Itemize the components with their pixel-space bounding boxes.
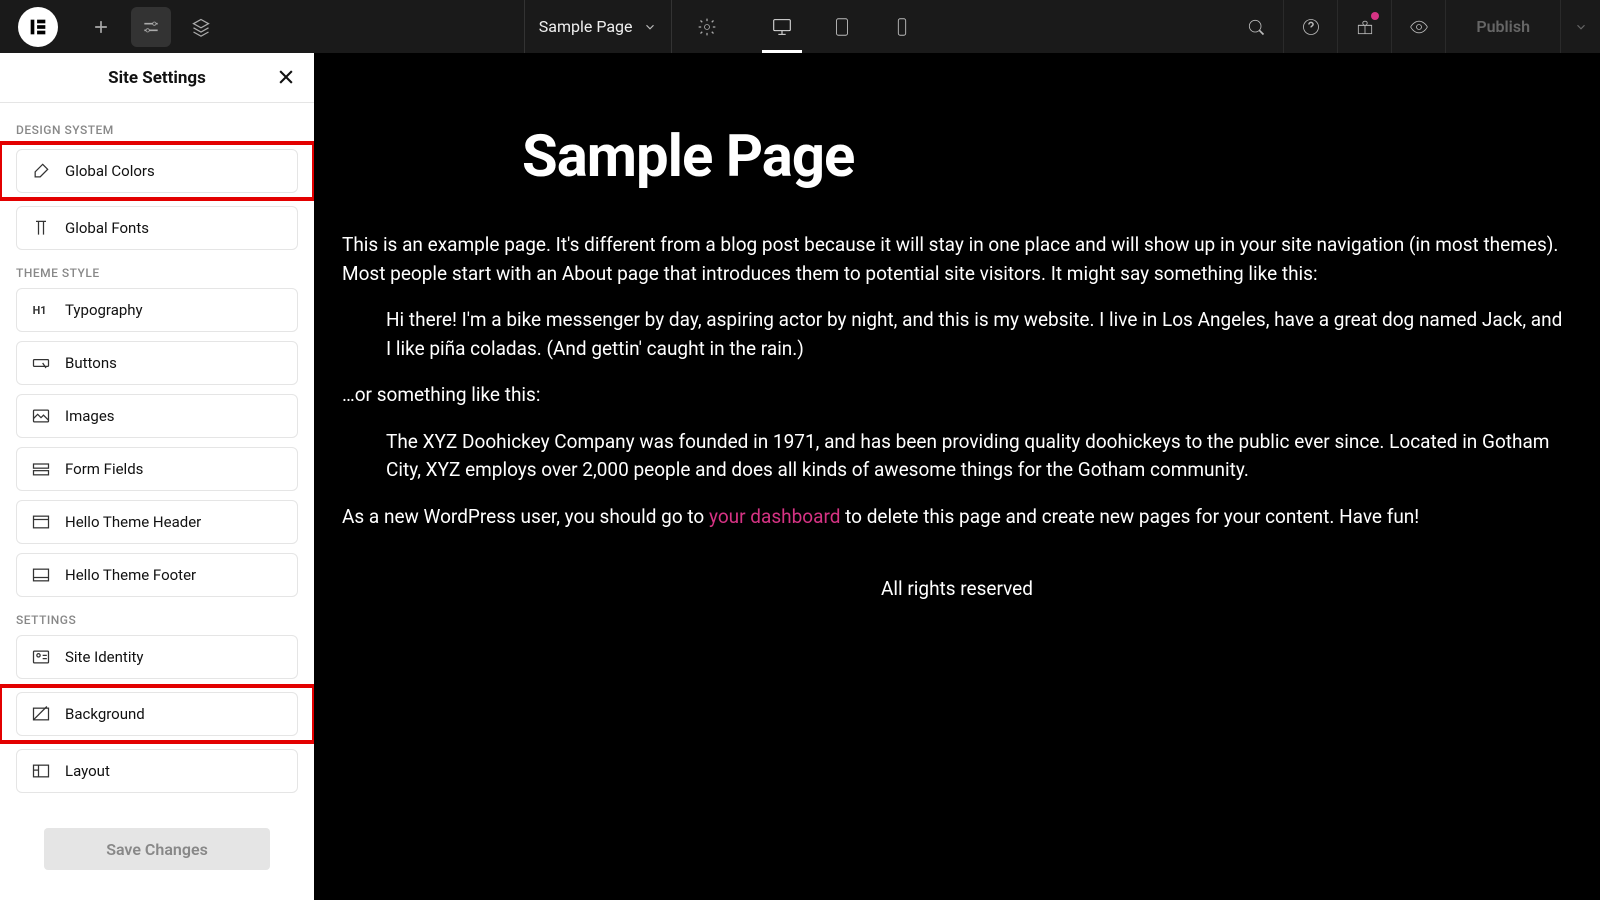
menu-label: Global Colors [65,162,155,180]
structure-button[interactable] [176,0,226,53]
topbar-center: Sample Page [226,0,1229,53]
menu-layout[interactable]: Layout [16,749,298,793]
menu-label: Hello Theme Header [65,513,201,531]
eye-icon [1409,17,1429,37]
layers-icon [191,17,211,37]
panel-footer: Save Changes [0,808,314,900]
svg-text:H1: H1 [33,304,47,317]
site-settings-panel: Site Settings DESIGN SYSTEM Global Color… [0,53,314,900]
menu-label: Site Identity [65,648,143,666]
section-theme-style: THEME STYLE [16,266,298,280]
menu-label: Typography [65,301,143,319]
section-settings: SETTINGS [16,613,298,627]
header-icon [31,512,51,532]
menu-label: Form Fields [65,460,143,478]
menu-hello-header[interactable]: Hello Theme Header [16,500,298,544]
menu-label: Images [65,407,115,425]
search-icon [1246,17,1266,37]
menu-global-fonts[interactable]: Global Fonts [16,206,298,250]
footer-icon [31,565,51,585]
notification-dot [1371,12,1379,20]
save-label: Save Changes [106,840,208,859]
menu-background[interactable]: Background [16,692,298,736]
panel-close-button[interactable] [276,67,296,91]
intro-paragraph: This is an example page. It's different … [342,231,1572,288]
menu-label: Layout [65,762,110,780]
quote-1: Hi there! I'm a bike messenger by day, a… [386,306,1572,363]
help-icon [1301,17,1321,37]
gift-icon [1355,17,1375,37]
elementor-logo[interactable] [18,7,58,47]
device-mobile-button[interactable] [872,0,932,53]
topbar-right: Publish [1229,0,1600,53]
quote-2: The XYZ Doohickey Company was founded in… [386,428,1572,485]
topbar-left [0,0,226,53]
highlight-background: Background [0,684,314,744]
menu-buttons[interactable]: Buttons [16,341,298,385]
h1-icon: H1 [31,300,51,320]
font-icon [31,218,51,238]
add-element-button[interactable] [76,0,126,53]
publish-options-button[interactable] [1560,0,1600,53]
panel-header: Site Settings [0,53,314,103]
form-icon [31,459,51,479]
footer-text: All rights reserved [342,575,1572,604]
menu-hello-footer[interactable]: Hello Theme Footer [16,553,298,597]
device-tablet-button[interactable] [812,0,872,53]
publish-label: Publish [1476,17,1530,36]
p3-post: to delete this page and create new pages… [840,505,1419,528]
elementor-logo-icon [27,16,49,38]
site-settings-button[interactable] [131,7,171,47]
highlight-global-colors: Global Colors [0,141,314,201]
whats-new-button[interactable] [1337,0,1391,53]
page-settings-button[interactable] [682,0,732,53]
gear-icon [697,17,717,37]
page-name-label: Sample Page [539,17,633,36]
chevron-down-icon [643,20,657,34]
chevron-down-icon [1574,20,1588,34]
preview-button[interactable] [1391,0,1445,53]
help-button[interactable] [1283,0,1337,53]
paragraph-3: As a new WordPress user, you should go t… [342,503,1572,532]
button-icon [31,353,51,373]
menu-form-fields[interactable]: Form Fields [16,447,298,491]
menu-images[interactable]: Images [16,394,298,438]
background-icon [31,704,51,724]
dashboard-link[interactable]: your dashboard [709,505,840,528]
page-heading: Sample Page [522,123,1572,191]
menu-site-identity[interactable]: Site Identity [16,635,298,679]
close-icon [276,67,296,87]
image-icon [31,406,51,426]
device-switcher [752,0,932,53]
section-design-system: DESIGN SYSTEM [16,123,298,137]
device-desktop-button[interactable] [752,0,812,53]
editor-canvas[interactable]: Sample Page This is an example page. It'… [314,53,1600,900]
identity-icon [31,647,51,667]
menu-label: Hello Theme Footer [65,566,196,584]
finder-button[interactable] [1229,0,1283,53]
brush-icon [31,161,51,181]
save-changes-button[interactable]: Save Changes [44,828,270,870]
page-selector[interactable]: Sample Page [524,0,672,53]
topbar: Sample Page [0,0,1600,53]
tablet-icon [831,16,853,38]
menu-global-colors[interactable]: Global Colors [16,149,298,193]
menu-label: Background [65,705,145,723]
desktop-icon [771,16,793,38]
p3-pre: As a new WordPress user, you should go t… [342,505,709,528]
paragraph-2: …or something like this: [342,381,1572,410]
menu-typography[interactable]: H1 Typography [16,288,298,332]
sliders-icon [141,17,161,37]
layout-icon [31,761,51,781]
plus-icon [91,17,111,37]
mobile-icon [891,16,913,38]
panel-body[interactable]: DESIGN SYSTEM Global Colors Global Fonts… [0,103,314,808]
panel-title: Site Settings [108,68,206,88]
menu-label: Global Fonts [65,219,149,237]
publish-button[interactable]: Publish [1445,0,1560,53]
menu-label: Buttons [65,354,117,372]
